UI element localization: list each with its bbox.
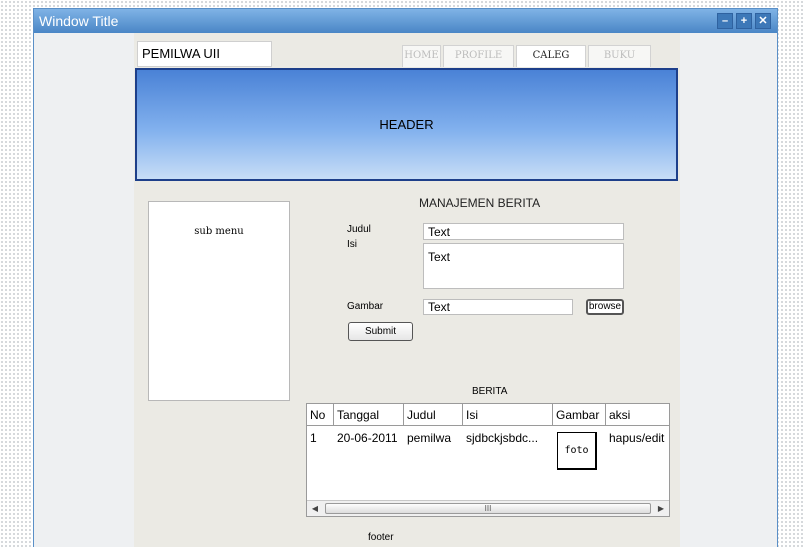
judul-label: Judul — [347, 224, 371, 235]
scrollbar-thumb[interactable]: III — [325, 503, 651, 514]
gambar-label: Gambar — [347, 301, 384, 312]
column-header-aksi: aksi — [609, 408, 631, 422]
cell-no: 1 — [310, 431, 317, 445]
scroll-right-icon[interactable]: ▶ — [653, 501, 669, 516]
cell-isi: sjdbckjsbdc... — [466, 431, 539, 445]
judul-input[interactable] — [423, 223, 624, 240]
nav-tab-home[interactable]: HOME — [402, 45, 441, 67]
cell-judul: pemilwa — [407, 431, 452, 445]
close-icon[interactable]: ✕ — [755, 13, 771, 29]
foto-thumbnail: foto — [557, 432, 597, 470]
cell-gambar: foto — [553, 427, 606, 487]
table-header-row: No Tanggal Judul Isi Gambar aksi — [307, 404, 669, 426]
table-row: 1 20-06-2011 pemilwa sjdbckjsbdc... foto… — [307, 427, 669, 487]
scroll-left-icon[interactable]: ◀ — [307, 501, 323, 516]
gambar-input[interactable] — [423, 299, 573, 315]
footer: footer — [368, 532, 394, 543]
column-header-no: No — [307, 404, 334, 425]
nav-tab-buku-tamu[interactable]: BUKU TAMU — [588, 45, 651, 81]
window-controls: – + ✕ — [717, 13, 771, 29]
column-header-judul: Judul — [404, 404, 463, 425]
header-label: HEADER — [379, 117, 434, 132]
column-header-tanggal: Tanggal — [334, 404, 404, 425]
cell-tanggal: 20-06-2011 — [337, 431, 398, 445]
form-title: MANAJEMEN BERITA — [419, 196, 541, 210]
table-title: BERITA — [472, 386, 508, 397]
header-banner: HEADER — [135, 68, 678, 181]
nav-tab-caleg[interactable]: CALEG — [516, 45, 586, 67]
horizontal-scrollbar[interactable]: ◀ III ▶ — [307, 500, 669, 516]
column-header-gambar: Gambar — [553, 404, 606, 425]
browse-button[interactable]: browse — [586, 299, 624, 315]
berita-table: No Tanggal Judul Isi Gambar aksi 1 20-06… — [306, 403, 670, 517]
app-window: Window Title – + ✕ PEMILWA UII HOME PROF… — [33, 8, 778, 547]
column-header-isi: Isi — [463, 404, 553, 425]
main-nav: HOME PROFILE CALEG BUKU TAMU — [402, 45, 653, 81]
cell-aksi[interactable]: hapus/edit — [606, 427, 669, 487]
submenu-label: sub menu — [194, 226, 244, 237]
site-logo[interactable]: PEMILWA UII — [137, 41, 272, 67]
submenu-panel: sub menu — [148, 201, 290, 401]
window-title: Window Title — [39, 13, 119, 29]
minimize-icon[interactable]: – — [717, 13, 733, 29]
isi-label: Isi — [347, 239, 357, 250]
page: PEMILWA UII HOME PROFILE CALEG BUKU TAMU… — [134, 33, 680, 547]
title-bar[interactable]: Window Title – + ✕ — [34, 9, 777, 33]
maximize-icon[interactable]: + — [736, 13, 752, 29]
window-content: PEMILWA UII HOME PROFILE CALEG BUKU TAMU… — [34, 33, 777, 547]
isi-textarea[interactable]: Text — [423, 243, 624, 289]
nav-tab-profile[interactable]: PROFILE — [443, 45, 514, 67]
submit-button[interactable]: Submit — [348, 322, 413, 341]
